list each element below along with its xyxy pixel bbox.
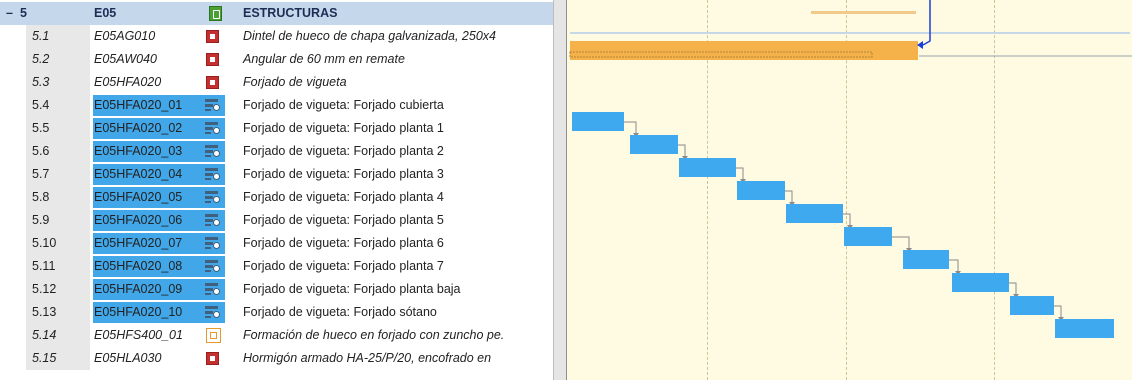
row-description: Dintel de hueco de chapa galvanizada, 25… bbox=[243, 29, 496, 43]
row-number: 5.14 bbox=[32, 328, 57, 342]
task-icon bbox=[205, 168, 221, 181]
task-icon bbox=[205, 145, 221, 158]
row-description: Forjado de vigueta: Forjado sótano bbox=[243, 305, 437, 319]
table-row[interactable]: 5.11 E05HFA020_08 Forjado de vigueta: Forj… bbox=[0, 255, 553, 278]
red-item-icon bbox=[206, 53, 219, 66]
row-description: Forjado de vigueta: Forjado planta 5 bbox=[243, 213, 444, 227]
task-grid: – 5 E05 ESTRUCTURAS 5.1 E05AG010 Dintel de… bbox=[0, 0, 553, 380]
row-number: 5.5 bbox=[32, 121, 50, 135]
row-number: 5.6 bbox=[32, 144, 50, 158]
table-row[interactable]: 5.15 E05HLA030 Hormigón armado HA-25/P/20,… bbox=[0, 347, 553, 370]
row-description: Forjado de vigueta: Forjado planta 4 bbox=[243, 190, 444, 204]
grid-header-row[interactable]: – 5 E05 ESTRUCTURAS bbox=[0, 2, 553, 25]
header-summary-line bbox=[570, 32, 1130, 34]
row-description: Hormigón armado HA-25/P/20, encofrado en bbox=[243, 351, 492, 365]
task-bar[interactable] bbox=[844, 227, 892, 246]
task-bar[interactable] bbox=[679, 158, 736, 177]
row-number: 5.13 bbox=[32, 305, 57, 319]
red-item-icon bbox=[206, 30, 219, 43]
row-description: Forjado de vigueta: Forjado planta 2 bbox=[243, 144, 444, 158]
pane-splitter[interactable] bbox=[553, 0, 567, 380]
row-number: 5.15 bbox=[32, 351, 57, 365]
task-icon bbox=[205, 122, 221, 135]
red-item-icon bbox=[206, 76, 219, 89]
orange-item-icon bbox=[206, 328, 221, 343]
row-number: 5.7 bbox=[32, 167, 50, 181]
task-bar[interactable] bbox=[903, 250, 949, 269]
table-row[interactable]: 5.13 E05HFA020_10 Forjado de vigueta: Forj… bbox=[0, 301, 553, 324]
task-icon bbox=[205, 237, 221, 250]
row-number: 5.10 bbox=[32, 236, 57, 250]
task-bar[interactable] bbox=[1010, 296, 1054, 315]
table-row[interactable]: 5.10 E05HFA020_07 Forjado de vigueta: Forj… bbox=[0, 232, 553, 255]
task-icon bbox=[205, 191, 221, 204]
task-bar[interactable] bbox=[786, 204, 843, 223]
task-icon bbox=[205, 214, 221, 227]
header-desc: ESTRUCTURAS bbox=[243, 6, 338, 20]
task-bar[interactable] bbox=[572, 112, 624, 131]
table-row[interactable]: 5.9 E05HFA020_06 Forjado de vigueta: Forja… bbox=[0, 209, 553, 232]
row-description: Forjado de vigueta: Forjado planta 7 bbox=[243, 259, 444, 273]
row-description: Angular de 60 mm en remate bbox=[243, 52, 405, 66]
task-bar[interactable] bbox=[737, 181, 785, 200]
task-bar[interactable] bbox=[630, 135, 678, 154]
row-number: 5.8 bbox=[32, 190, 50, 204]
dependency-link bbox=[922, 0, 931, 46]
table-row[interactable]: 5.7 E05HFA020_04 Forjado de vigueta: Forja… bbox=[0, 163, 553, 186]
red-item-icon bbox=[206, 352, 219, 365]
task-bar[interactable] bbox=[952, 273, 1009, 292]
row-number: 5.12 bbox=[32, 282, 57, 296]
table-row[interactable]: 5.8 E05HFA020_05 Forjado de vigueta: Forja… bbox=[0, 186, 553, 209]
table-row[interactable]: 5.3 E05HFA020 Forjado de vigueta bbox=[0, 71, 553, 94]
task-icon bbox=[205, 283, 221, 296]
task-icon bbox=[205, 99, 221, 112]
row-number: 5.2 bbox=[32, 52, 50, 66]
row-description: Forjado de vigueta: Forjado planta 3 bbox=[243, 167, 444, 181]
chapter-icon bbox=[209, 6, 222, 21]
row-number: 5.11 bbox=[32, 259, 56, 273]
dependency-link bbox=[892, 236, 910, 251]
row-description: Forjado de vigueta: Forjado planta baja bbox=[243, 282, 461, 296]
header-num: 5 bbox=[20, 6, 27, 20]
task-icon bbox=[205, 306, 221, 319]
table-row[interactable]: 5.2 E05AW040 Angular de 60 mm en remate bbox=[0, 48, 553, 71]
table-row[interactable]: 5.6 E05HFA020_03 Forjado de vigueta: Forja… bbox=[0, 140, 553, 163]
task-bar[interactable] bbox=[1055, 319, 1114, 338]
gantt-canvas bbox=[569, 0, 1132, 338]
row-description: Forjado de vigueta: Forjado planta 1 bbox=[243, 121, 444, 135]
row-description: Forjado de vigueta bbox=[243, 75, 347, 89]
gantt-chart bbox=[567, 0, 1132, 380]
table-row[interactable]: 5.14 E05HFS400_01 Formación de hueco en fo… bbox=[0, 324, 553, 347]
row-description: Formación de hueco en forjado con zuncho… bbox=[243, 328, 505, 342]
summary-cap bbox=[811, 11, 916, 14]
row-number: 5.3 bbox=[32, 75, 50, 89]
row-number: 5.1 bbox=[32, 29, 50, 43]
table-row[interactable]: 5.1 E05AG010 Dintel de hueco de chapa galv… bbox=[0, 25, 553, 48]
row-description: Forjado de vigueta: Forjado planta 6 bbox=[243, 236, 444, 250]
table-row[interactable]: 5.12 E05HFA020_09 Forjado de vigueta: Forj… bbox=[0, 278, 553, 301]
task-icon bbox=[205, 260, 221, 273]
table-row[interactable]: 5.4 E05HFA020_01 Forjado de vigueta: Forja… bbox=[0, 94, 553, 117]
row-number: 5.4 bbox=[32, 98, 50, 112]
row-description: Forjado de vigueta: Forjado cubierta bbox=[243, 98, 444, 112]
row-number: 5.9 bbox=[32, 213, 50, 227]
table-row[interactable]: 5.5 E05HFA020_02 Forjado de vigueta: Forja… bbox=[0, 117, 553, 140]
